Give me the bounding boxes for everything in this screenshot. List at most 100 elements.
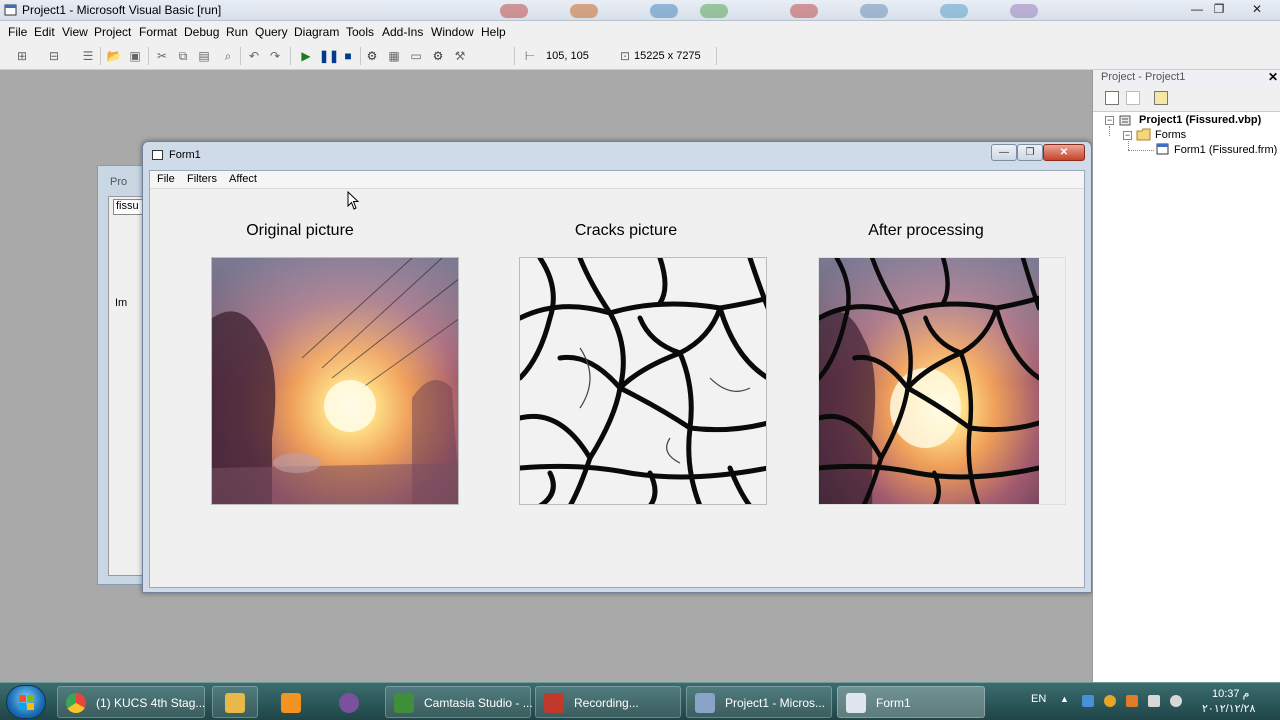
cracks-picture [519, 257, 767, 505]
open-project-icon[interactable]: 📂 [106, 48, 122, 64]
vb-icon [695, 693, 715, 713]
close-button[interactable]: ✕ [1246, 1, 1268, 17]
after-processing-picture [818, 257, 1066, 505]
blurred-bg-icon [700, 4, 728, 18]
menu-query[interactable]: Query [255, 25, 288, 39]
windows-logo-icon [19, 695, 34, 710]
form-file-icon [1156, 143, 1169, 155]
cut-icon[interactable]: ✂ [154, 48, 170, 64]
title-bar: Project1 - Microsoft Visual Basic [run] … [0, 0, 1280, 21]
view-code-icon[interactable] [1105, 91, 1119, 105]
form-title: Form1 [169, 149, 201, 161]
menu-debug[interactable]: Debug [184, 25, 219, 39]
blurred-bg-icon [860, 4, 888, 18]
menu-help[interactable]: Help [481, 25, 506, 39]
taskbar-viber[interactable] [326, 686, 372, 718]
project-explorer-toolbar [1093, 86, 1280, 112]
caption-original: Original picture [246, 222, 354, 239]
form-icon [846, 693, 866, 713]
blurred-bg-icon [570, 4, 598, 18]
menu-tools[interactable]: Tools [346, 25, 374, 39]
paste-icon[interactable]: ▤ [196, 48, 212, 64]
undo-icon[interactable]: ↶ [246, 48, 262, 64]
form-layout-icon[interactable]: ▭ [408, 48, 424, 64]
taskbar-vb-project[interactable]: Project1 - Micros... [686, 686, 832, 718]
form-close-button[interactable]: ✕ [1043, 144, 1085, 161]
menu-project[interactable]: Project [94, 25, 131, 39]
find-icon[interactable]: ⌕ [220, 48, 236, 64]
windows-taskbar: (1) KUCS 4th Stag... Camtasia Studio - .… [0, 682, 1280, 720]
menu-format[interactable]: Format [139, 25, 177, 39]
redo-icon[interactable]: ↷ [267, 48, 283, 64]
restore-button[interactable]: ❐ [1208, 1, 1230, 17]
volume-icon[interactable] [1170, 695, 1182, 707]
menu-view[interactable]: View [62, 25, 88, 39]
form-icon [152, 150, 163, 160]
form-minimize-button[interactable]: — [991, 144, 1017, 161]
tree-project-node[interactable]: Project1 (Fissured.vbp) [1139, 114, 1261, 126]
project-explorer-title: Project - Project1 [1101, 71, 1186, 83]
break-icon[interactable]: ❚❚ [319, 48, 339, 64]
background-window-title: Pro [110, 176, 128, 188]
menu-edit[interactable]: Edit [34, 25, 55, 39]
show-hidden-icons-icon[interactable]: ▲ [1060, 694, 1072, 706]
taskbar-recording[interactable]: Recording... [535, 686, 681, 718]
menu-run[interactable]: Run [226, 25, 248, 39]
network-tray-icon[interactable] [1082, 695, 1094, 707]
folder-icon [1136, 128, 1151, 141]
taskbar-chrome[interactable]: (1) KUCS 4th Stag... [57, 686, 205, 718]
app-tray-icon[interactable] [1104, 695, 1116, 707]
form-menu-affect[interactable]: Affect [229, 173, 257, 185]
form-menu-filters[interactable]: Filters [187, 173, 217, 185]
collapse-project-icon[interactable]: − [1105, 116, 1114, 125]
tree-forms-node[interactable]: Forms [1155, 129, 1186, 141]
project-explorer-close-button[interactable]: ✕ [1268, 70, 1278, 84]
clock-date[interactable]: ٢٠١٢/١٢/٢٨ [1202, 702, 1255, 715]
form-menu-file[interactable]: File [157, 173, 175, 185]
taskbar-media-player[interactable] [268, 686, 314, 718]
window-title: Project1 - Microsoft Visual Basic [run] [22, 3, 222, 17]
add-project-icon[interactable]: ⊞ [14, 48, 30, 64]
mouse-cursor-icon [347, 191, 360, 210]
properties-window-icon[interactable]: ▦ [386, 48, 402, 64]
taskbar-form1[interactable]: Form1 [837, 686, 985, 718]
taskbar-camtasia[interactable]: Camtasia Studio - ... [385, 686, 533, 718]
toggle-folders-icon[interactable] [1154, 91, 1168, 105]
form-client-area: File Filters Affect Original picture Cra… [149, 170, 1085, 588]
form-restore-button[interactable]: ❐ [1017, 144, 1043, 161]
blurred-bg-icon [1010, 4, 1038, 18]
update-tray-icon[interactable] [1126, 695, 1138, 707]
project-icon [1119, 115, 1131, 126]
recording-icon [544, 693, 564, 713]
menu-file[interactable]: File [8, 25, 27, 39]
menu-diagram[interactable]: Diagram [294, 25, 339, 39]
blurred-bg-icon [650, 4, 678, 18]
tree-form1-node[interactable]: Form1 (Fissured.frm) [1174, 144, 1277, 156]
standard-toolbar: ⊞ ⊟ ☰ 📂 ▣ ✂ ⧉ ▤ ⌕ ↶ ↷ ▶ ❚❚ ■ ⚙ ▦ ▭ ⚙ ⚒ ⊢… [0, 43, 1280, 70]
menu-editor-icon[interactable]: ☰ [80, 48, 96, 64]
blurred-bg-icon [940, 4, 968, 18]
save-project-icon[interactable]: ▣ [127, 48, 143, 64]
object-browser-icon[interactable]: ⚙ [430, 48, 446, 64]
position-icon: ⊢ [524, 49, 536, 63]
project-explorer-header: Project - Project1 ✕ [1093, 70, 1280, 86]
toolbox-icon[interactable]: ⚒ [452, 48, 468, 64]
position-readout: 105, 105 [546, 50, 589, 62]
collapse-forms-icon[interactable]: − [1123, 131, 1132, 140]
minimize-button[interactable]: — [1186, 1, 1208, 17]
add-form-icon[interactable]: ⊟ [46, 48, 62, 64]
view-object-icon[interactable] [1126, 91, 1140, 105]
blurred-bg-icon [500, 4, 528, 18]
signal-icon[interactable] [1148, 695, 1160, 707]
folder-icon [225, 693, 245, 713]
menu-window[interactable]: Window [431, 25, 474, 39]
taskbar-explorer[interactable] [212, 686, 258, 718]
start-button[interactable] [6, 685, 46, 719]
project-explorer-icon[interactable]: ⚙ [364, 48, 380, 64]
start-icon[interactable]: ▶ [298, 48, 314, 64]
copy-icon[interactable]: ⧉ [175, 48, 191, 64]
menu-add-ins[interactable]: Add-Ins [382, 25, 423, 39]
language-indicator[interactable]: EN [1031, 693, 1046, 705]
clock-time[interactable]: 10:37 م [1212, 687, 1249, 700]
end-icon[interactable]: ■ [340, 48, 356, 64]
